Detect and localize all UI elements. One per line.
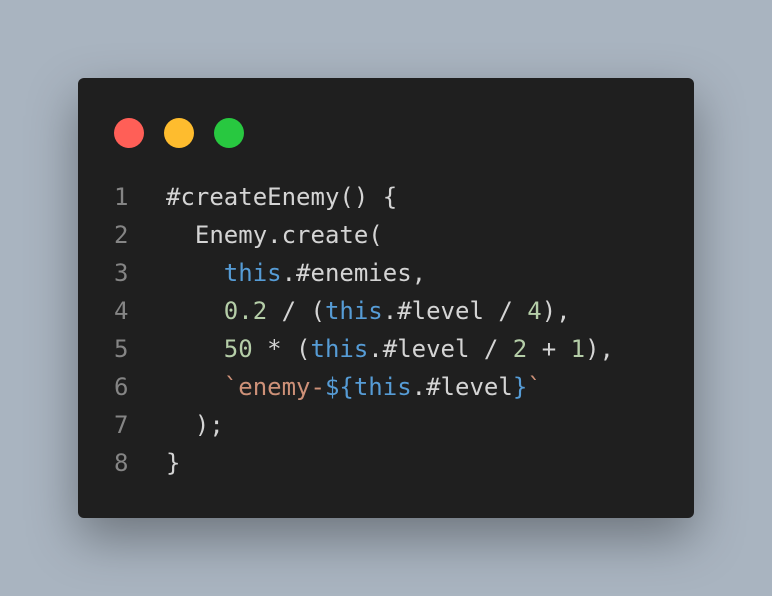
- code-token: this: [223, 259, 282, 287]
- code-token: * (: [252, 335, 311, 363]
- line-number: 5: [114, 335, 129, 363]
- code-text: 50 * (this.#level / 2 + 1),: [166, 330, 614, 368]
- code-token: 2: [512, 335, 528, 363]
- code-token: );: [166, 411, 224, 439]
- code-token: / (: [267, 297, 325, 325]
- code-token: 0.2: [223, 297, 268, 325]
- code-window: 1 #createEnemy() {2 Enemy.create(3 this.#…: [78, 78, 694, 518]
- line-number: 4: [114, 297, 129, 325]
- line-number: 2: [114, 221, 129, 249]
- code-token: .#level: [411, 373, 513, 401]
- line-number: 1: [114, 183, 129, 211]
- line-number: 6: [114, 373, 129, 401]
- code-text: Enemy.create(: [166, 216, 383, 254]
- code-text: );: [166, 406, 224, 444]
- code-text: #createEnemy() {: [166, 178, 397, 216]
- code-token: this: [310, 335, 369, 363]
- code-token: +: [527, 335, 571, 363]
- close-dot-icon[interactable]: [114, 118, 144, 148]
- code-token: ),: [585, 335, 614, 363]
- line-number: 8: [114, 449, 129, 477]
- maximize-dot-icon[interactable]: [214, 118, 244, 148]
- line-number: 3: [114, 259, 129, 287]
- code-token: .#level /: [382, 297, 528, 325]
- code-token: 50: [223, 335, 253, 363]
- code-text: }: [166, 444, 180, 482]
- code-token: #createEnemy() {: [166, 183, 398, 211]
- code-token: }: [166, 449, 181, 477]
- code-token: `: [527, 373, 542, 401]
- code-token: Enemy.create(: [166, 221, 383, 249]
- code-text: 0.2 / (this.#level / 4),: [166, 292, 571, 330]
- minimize-dot-icon[interactable]: [164, 118, 194, 148]
- code-token: }: [512, 373, 528, 401]
- code-text: this.#enemies,: [166, 254, 426, 292]
- code-token: .#level /: [368, 335, 513, 363]
- code-token: 1: [570, 335, 586, 363]
- code-token: 4: [527, 297, 542, 325]
- code-token: .#enemies,: [281, 259, 427, 287]
- code-text: `enemy-${this.#level}`: [166, 368, 542, 406]
- line-number: 7: [114, 411, 129, 439]
- code-token: this: [324, 297, 383, 325]
- code-token: ${this: [324, 373, 412, 401]
- code-token: `enemy-: [223, 373, 325, 401]
- code-token: ),: [541, 297, 571, 325]
